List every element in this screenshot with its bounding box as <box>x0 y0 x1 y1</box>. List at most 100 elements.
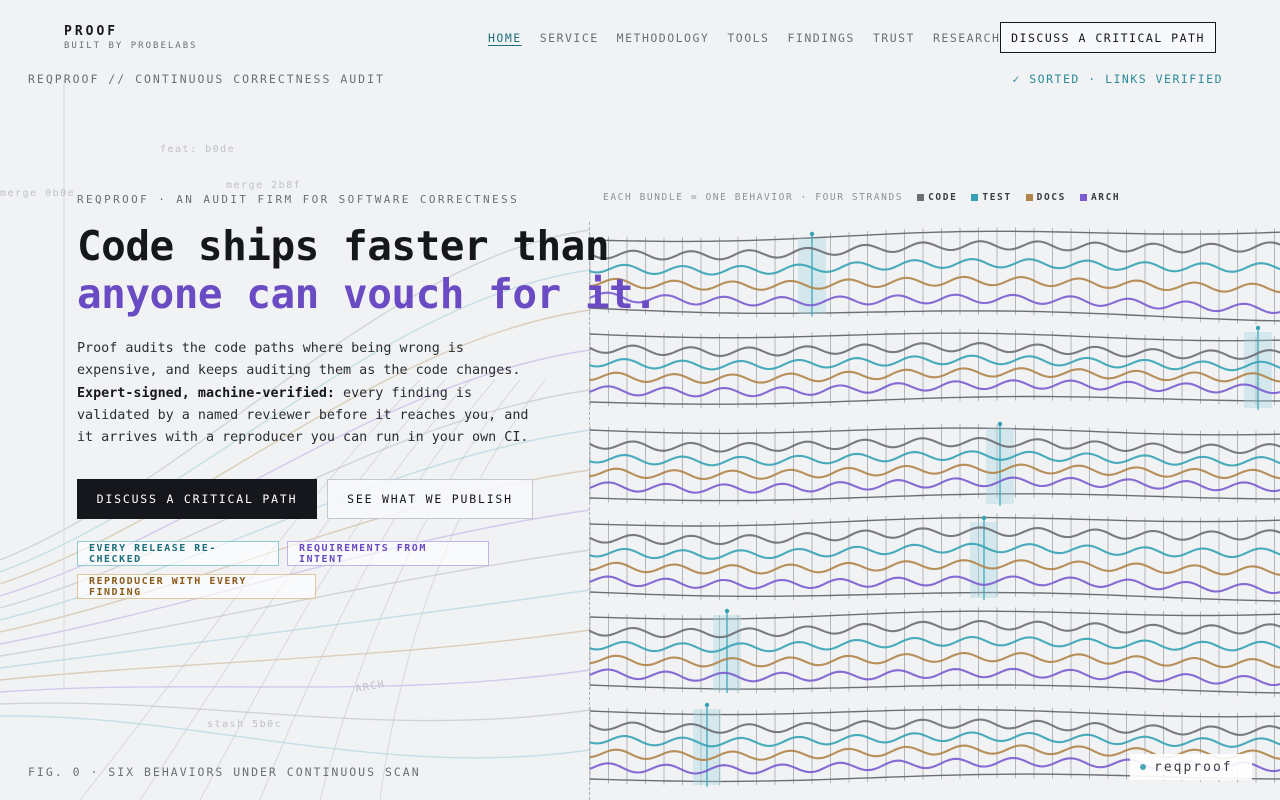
tag-reproducer: REPRODUCER WITH EVERY FINDING <box>77 574 316 599</box>
strand-code <box>588 526 1280 546</box>
legend-item-test: TEST <box>971 192 1011 203</box>
verification-status: ✓ SORTED · LINKS VERIFIED <box>1012 72 1223 86</box>
background-curve <box>0 715 591 759</box>
bundle-border <box>589 332 1280 342</box>
tag-requirements-from-intent: REQUIREMENTS FROM INTENT <box>287 541 489 566</box>
discuss-critical-path-button[interactable]: DISCUSS A CRITICAL PATH <box>77 479 317 519</box>
bundle-border <box>589 591 1280 602</box>
reqproof-badge[interactable]: reqproof <box>1130 754 1252 780</box>
strand-arch <box>588 476 1280 494</box>
main-nav: HOME SERVICE METHODOLOGY TOOLS FINDINGS … <box>488 31 1000 45</box>
strand-code <box>588 436 1280 455</box>
legend-swatch-docs <box>1025 194 1033 201</box>
lede-emphasis: Expert-signed, machine-verified: <box>77 385 335 401</box>
brand-subtitle: BUILT BY PROBELABS <box>64 41 198 51</box>
badge-label: reqproof <box>1154 759 1233 775</box>
behavior-bundle <box>588 421 1280 506</box>
bundle-border <box>589 610 1280 620</box>
strand-code <box>588 718 1280 736</box>
strand-docs <box>588 463 1280 481</box>
scan-marker-dot <box>981 515 987 521</box>
strand-arch <box>588 379 1280 398</box>
nav-cta-button[interactable]: DISCUSS A CRITICAL PATH <box>1000 22 1216 53</box>
scan-highlight <box>1244 332 1272 408</box>
legend-label-docs: DOCS <box>1036 192 1066 203</box>
strand-test <box>588 731 1280 748</box>
background-label: ARCH <box>355 679 387 695</box>
scan-highlight <box>713 615 741 691</box>
nav-link-findings[interactable]: FINDINGS <box>787 31 854 45</box>
bundle-border <box>589 684 1280 694</box>
background-label: merge 0b0e <box>0 188 75 199</box>
bundle-border <box>589 230 1280 243</box>
behavior-bundle <box>588 607 1280 697</box>
subbar-title: REQPROOF // CONTINUOUS CORRECTNESS AUDIT <box>28 72 385 86</box>
strand-code <box>588 619 1280 639</box>
legend-label-code: CODE <box>928 192 958 203</box>
hero-headline: Code ships faster than anyone can vouch … <box>77 222 658 318</box>
bundle-border <box>589 516 1280 527</box>
strand-docs <box>588 559 1280 576</box>
nav-link-home[interactable]: HOME <box>488 31 522 45</box>
strand-docs <box>588 275 1280 294</box>
strand-docs <box>588 651 1280 669</box>
tag-release-rechecked: EVERY RELEASE RE-CHECKED <box>77 541 279 566</box>
strand-arch <box>588 575 1280 595</box>
scan-highlight <box>693 709 721 785</box>
scan-marker-dot <box>809 231 815 237</box>
background-label: stash 5b0c <box>207 719 282 730</box>
scan-highlight <box>986 428 1014 504</box>
background-curve <box>0 589 591 669</box>
nav-link-tools[interactable]: TOOLS <box>727 31 769 45</box>
legend-item-arch: ARCH <box>1079 192 1120 203</box>
legend-label-test: TEST <box>982 192 1012 203</box>
bundle-border <box>589 708 1280 718</box>
strand-test <box>588 450 1280 467</box>
figure-caption: FIG. 0 · SIX BEHAVIORS UNDER CONTINUOUS … <box>28 765 421 779</box>
strand-test <box>588 258 1280 276</box>
brand-name: PROOF <box>64 24 119 39</box>
status-dot-icon <box>1140 764 1146 770</box>
background-curve <box>0 669 591 693</box>
brand[interactable]: PROOF BUILT BY PROBELABS <box>64 24 198 51</box>
strand-code <box>588 240 1280 261</box>
scan-highlight <box>798 238 826 314</box>
hero-eyebrow: REQPROOF · AN AUDIT FIRM FOR SOFTWARE CO… <box>77 193 520 206</box>
see-what-we-publish-button[interactable]: SEE WHAT WE PUBLISH <box>327 479 533 519</box>
scan-marker-dot <box>704 702 710 708</box>
strand-docs <box>588 367 1280 384</box>
background-label: merge 2b8f <box>226 180 301 191</box>
hero-lede: Proof audits the code paths where being … <box>77 338 547 449</box>
scan-marker-dot <box>997 421 1003 427</box>
nav-link-trust[interactable]: TRUST <box>873 31 915 45</box>
legend-swatch-arch <box>1079 194 1087 201</box>
scan-marker-dot <box>1255 325 1261 331</box>
nav-link-service[interactable]: SERVICE <box>540 31 599 45</box>
lede-part-1: Proof audits the code paths where being … <box>77 341 521 379</box>
legend-item-code: CODE <box>917 192 957 203</box>
legend-item-docs: DOCS <box>1025 192 1066 203</box>
legend-swatch-test <box>971 194 979 201</box>
bundle-border <box>589 493 1280 502</box>
strand-test <box>588 354 1280 372</box>
behavior-bundle <box>588 513 1280 605</box>
strand-arch <box>588 291 1280 315</box>
nav-link-methodology[interactable]: METHODOLOGY <box>617 31 710 45</box>
background-curve <box>0 629 591 681</box>
headline-line-1: Code ships faster than <box>77 222 610 270</box>
behavior-bundle <box>588 227 1280 325</box>
bundle-border <box>589 395 1280 405</box>
scan-marker-dot <box>724 608 730 614</box>
headline-line-2: anyone can vouch for it. <box>77 270 658 318</box>
background-curve <box>0 702 591 722</box>
legend-swatch-code <box>917 194 925 201</box>
behavior-bundle <box>588 325 1280 410</box>
nav-link-research[interactable]: RESEARCH <box>933 31 1000 45</box>
figure-legend: EACH BUNDLE = ONE BEHAVIOR · FOUR STRAND… <box>603 192 1120 203</box>
bundle-border <box>589 427 1280 436</box>
strand-code <box>588 342 1280 360</box>
bundle-border <box>589 307 1280 322</box>
scan-highlight <box>970 522 998 598</box>
legend-caption: EACH BUNDLE = ONE BEHAVIOR · FOUR STRAND… <box>603 192 904 203</box>
background-label: feat: b0de <box>160 144 235 155</box>
